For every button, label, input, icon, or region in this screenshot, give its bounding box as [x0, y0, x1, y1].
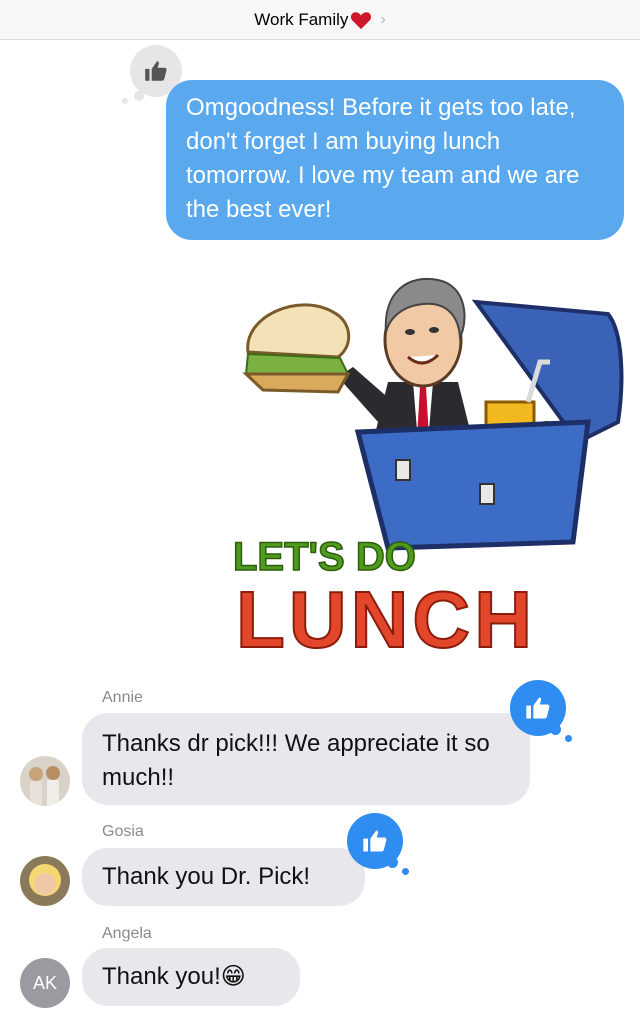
incoming-message-text: Thank you!😁: [102, 963, 246, 990]
sandwich-bread-bottom: [242, 372, 351, 394]
incoming-message-text: Thank you Dr. Pick!: [102, 863, 311, 890]
reaction-tail-dot: [122, 98, 128, 104]
sender-name-gosia: Gosia: [102, 823, 144, 840]
incoming-message-text: Thanks dr pick!!! We appreciate it so mu…: [102, 730, 490, 791]
gosia-photo: [20, 856, 70, 906]
annie-photo: [20, 756, 70, 806]
lunchbox-latch: [479, 483, 495, 505]
sandwich-filling: [244, 352, 350, 375]
reaction-tail-dot: [565, 735, 572, 742]
reaction-tail-dot: [387, 857, 398, 868]
avatar-annie[interactable]: [20, 756, 70, 806]
avatar-gosia[interactable]: [20, 856, 70, 906]
conversation-header[interactable]: Work Family ›: [0, 0, 640, 40]
avatar-angela[interactable]: AK: [20, 958, 70, 1008]
sticker-text-lunch: LUNCH: [236, 575, 536, 660]
thumbs-up-icon: [145, 61, 167, 81]
sender-name-angela: Angela: [102, 925, 152, 942]
lets-do-lunch-sticker[interactable]: LET'S DO LUNCH: [228, 262, 640, 660]
thumbs-up-icon: [526, 697, 550, 719]
lunchbox-latch: [395, 459, 411, 481]
chevron-right-icon: ›: [380, 10, 386, 28]
outgoing-message-text: Omgoodness! Before it gets too late, don…: [186, 94, 580, 223]
outgoing-message-bubble[interactable]: Omgoodness! Before it gets too late, don…: [166, 80, 624, 240]
thumbs-up-icon: [363, 830, 387, 852]
conversation-title: Work Family: [254, 9, 349, 29]
sandwich-bread-top: [246, 303, 351, 359]
reaction-tail-dot: [402, 868, 409, 875]
sticker-text-lets-do: LET'S DO: [233, 535, 416, 579]
reaction-tail-dot: [134, 91, 144, 101]
incoming-message-bubble[interactable]: Thanks dr pick!!! We appreciate it so mu…: [82, 713, 530, 805]
person-eye: [429, 327, 439, 333]
incoming-message-bubble[interactable]: Thank you Dr. Pick!: [82, 848, 365, 906]
incoming-message-bubble[interactable]: Thank you!😁: [82, 948, 300, 1006]
person-eye: [405, 329, 415, 335]
sender-name-annie: Annie: [102, 689, 143, 706]
lunchbox-body: [354, 419, 591, 551]
avatar-initials: AK: [32, 972, 57, 993]
reaction-tail-dot: [550, 724, 561, 735]
red-heart-icon: [351, 11, 372, 29]
